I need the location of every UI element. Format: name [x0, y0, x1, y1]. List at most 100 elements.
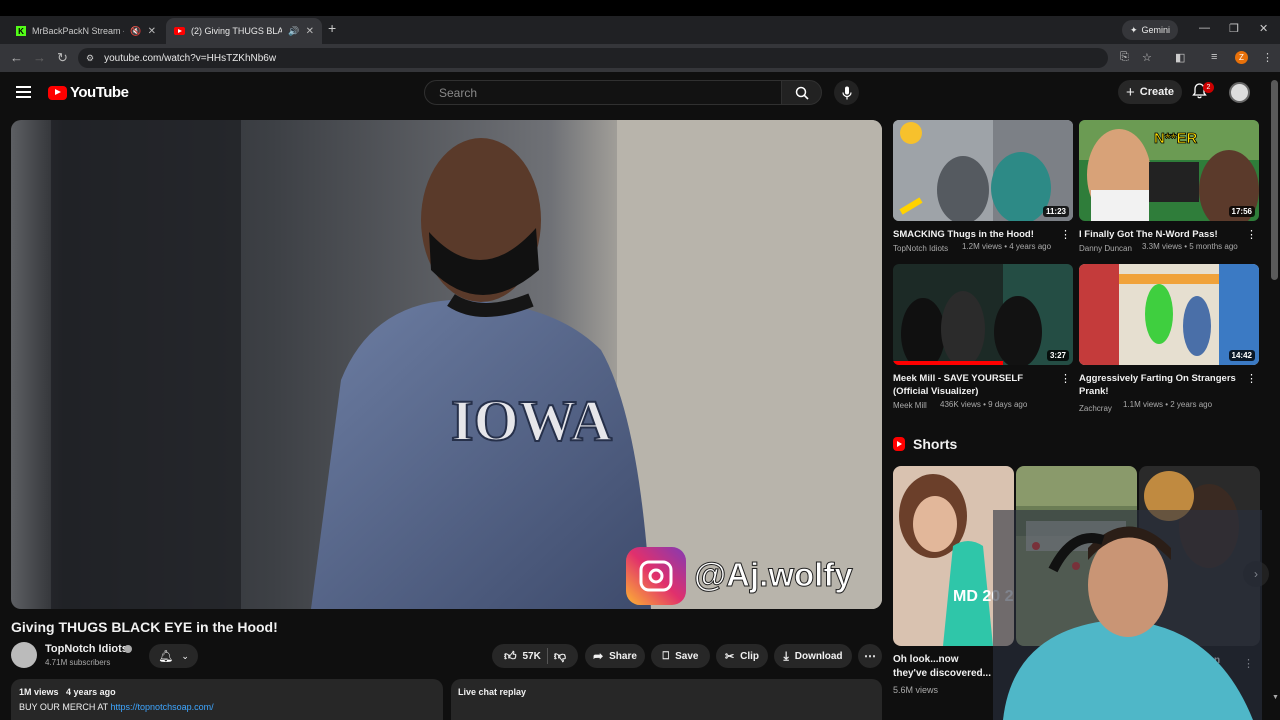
recommendation-card[interactable]: N**ER 17:56 I Finally Got The N-Word Pas…: [1079, 120, 1259, 253]
reload-icon[interactable]: ↻: [57, 50, 68, 66]
youtube-logo[interactable]: YouTube: [48, 84, 129, 101]
save-button[interactable]: ⎕ Save: [651, 644, 710, 668]
logo-text: YouTube: [70, 84, 129, 101]
video-meta: 436K views • 9 days ago: [940, 400, 1028, 409]
short-views: 5.6M views: [893, 685, 939, 695]
channel-avatar[interactable]: [11, 642, 37, 668]
forward-arrow-icon[interactable]: →: [33, 50, 46, 65]
more-menu-icon[interactable]: ⋮: [1262, 51, 1273, 64]
tab-title: MrBackPackN Stream - Watch Live: [32, 26, 124, 36]
account-avatar[interactable]: [1229, 82, 1250, 103]
page-scrollbar[interactable]: [1271, 80, 1278, 280]
bookmark-icon: ⎕: [662, 649, 670, 662]
search-button[interactable]: [781, 80, 822, 105]
plus-icon: +: [1125, 83, 1135, 101]
url-field[interactable]: ⚙ youtube.com/watch?v=HHsTZKhNb6w: [78, 48, 1108, 68]
video-title: Aggressively Farting On Strangers Prank!: [1079, 373, 1236, 397]
voice-search-button[interactable]: [834, 80, 859, 105]
close-window-button[interactable]: ✕: [1259, 22, 1268, 35]
instagram-icon: [626, 547, 686, 605]
recommendation-card[interactable]: 3:27 Meek Mill - SAVE YOURSELF (Official…: [893, 264, 1073, 410]
tab-close-icon[interactable]: ✕: [148, 26, 156, 37]
video-thumbnail[interactable]: N**ER 17:56: [1079, 120, 1259, 221]
video-thumbnail[interactable]: 11:23: [893, 120, 1073, 221]
channel-name: Zachcray: [1079, 404, 1112, 413]
download-icon: ⤓: [783, 648, 789, 663]
more-options-icon[interactable]: ⋮: [1060, 372, 1071, 385]
scissors-icon: ✂: [724, 650, 735, 663]
save-label: Save: [675, 650, 699, 662]
video-thumbnail[interactable]: 3:27: [893, 264, 1073, 365]
mute-icon[interactable]: 🔇: [130, 26, 141, 37]
video-player[interactable]: IOWA @Aj.wolfy: [11, 120, 882, 609]
live-chat-replay[interactable]: Live chat replay: [451, 679, 882, 720]
video-duration: 11:23: [1042, 206, 1069, 217]
create-label: Create: [1139, 86, 1174, 98]
tab-kick-stream[interactable]: K MrBackPackN Stream - Watch Live 🔇 ✕: [8, 18, 164, 44]
recommendation-card[interactable]: 14:42 Aggressively Farting On Strangers …: [1079, 264, 1259, 416]
like-button[interactable]: 👍︎ 57K: [504, 649, 541, 664]
video-duration: 17:56: [1228, 206, 1255, 217]
thumbs-down-icon[interactable]: 👎︎: [554, 649, 566, 664]
tab-youtube-video[interactable]: (2) Giving THUGS BLACK EYE in the Hood! …: [166, 18, 322, 44]
new-tab-button[interactable]: +: [328, 20, 336, 36]
channel-name[interactable]: TopNotch Idiots: [45, 643, 128, 655]
video-meta: 1.2M views • 4 years ago: [962, 242, 1052, 251]
download-button[interactable]: ⤓ Download: [774, 644, 852, 668]
search-icon: [795, 86, 809, 100]
search-input[interactable]: [424, 80, 782, 105]
video-meta: 1.1M views • 2 years ago: [1123, 400, 1213, 409]
thumbs-up-icon: 👍︎: [503, 648, 517, 663]
clip-label: Clip: [740, 650, 760, 662]
back-arrow-icon[interactable]: ←: [10, 50, 23, 65]
divider: [546, 648, 548, 664]
webcam-overlay: [993, 510, 1262, 720]
kick-favicon-icon: K: [16, 26, 26, 36]
video-title: Meek Mill - SAVE YOURSELF (Official Visu…: [893, 373, 1024, 397]
video-title: SMACKING Thugs in the Hood!: [893, 229, 1034, 240]
split-view-icon[interactable]: ◧: [1175, 51, 1185, 64]
download-label: Download: [794, 650, 843, 662]
shorts-heading: Shorts: [893, 436, 957, 452]
clip-button[interactable]: ✂ Clip: [716, 644, 768, 668]
video-thumbnail[interactable]: 14:42: [1079, 264, 1259, 365]
tab-close-icon[interactable]: ✕: [306, 26, 314, 37]
chevron-down-icon: ⌄: [181, 650, 189, 661]
youtube-play-icon: [48, 85, 67, 100]
speaker-icon[interactable]: 🔊: [288, 26, 299, 37]
profile-avatar[interactable]: Z: [1235, 51, 1248, 64]
create-button[interactable]: + Create: [1118, 80, 1182, 104]
youtube-favicon-icon: [174, 27, 185, 35]
more-actions-icon[interactable]: ⋯: [858, 644, 882, 668]
short-title[interactable]: Oh look...now they've discovered...: [893, 653, 993, 681]
gemini-button[interactable]: ✦ Gemini: [1122, 20, 1178, 40]
sparkle-icon: ✦: [1129, 24, 1138, 35]
site-info-icon[interactable]: ⚙: [86, 53, 94, 64]
merch-link[interactable]: https://topnotchsoap.com/: [111, 702, 214, 712]
scroll-down-arrow-icon[interactable]: ▼: [1272, 694, 1279, 701]
like-count: 57K: [522, 650, 541, 662]
tab-strip: K MrBackPackN Stream - Watch Live 🔇 ✕ (2…: [0, 16, 1280, 44]
more-options-icon[interactable]: ⋮: [1246, 372, 1257, 385]
menu-icon[interactable]: [16, 86, 31, 98]
subscription-bell-button[interactable]: 🔔︎ ⌄: [149, 644, 198, 668]
description-box[interactable]: 1M views 4 years ago BUY OUR MERCH AT ht…: [11, 679, 443, 720]
media-control-icon[interactable]: ≡: [1211, 51, 1217, 63]
video-title: Giving THUGS BLACK EYE in the Hood!: [11, 619, 278, 635]
install-app-icon[interactable]: ⎘: [1120, 51, 1129, 64]
video-duration: 3:27: [1046, 350, 1069, 361]
more-options-icon[interactable]: ⋮: [1246, 228, 1257, 241]
minimize-button[interactable]: —: [1199, 22, 1210, 34]
bookmark-star-icon[interactable]: ☆: [1142, 51, 1152, 64]
share-button[interactable]: ➦ Share: [585, 644, 645, 668]
verified-icon: [124, 645, 132, 653]
video-frame: IOWA @Aj.wolfy: [51, 120, 882, 609]
screen-top-border: [0, 0, 1280, 16]
notification-count-badge: 2: [1203, 82, 1214, 93]
more-options-icon[interactable]: ⋮: [1060, 228, 1071, 241]
restore-button[interactable]: ❐: [1229, 22, 1239, 35]
microphone-icon: [841, 86, 852, 99]
recommendation-card[interactable]: 11:23 SMACKING Thugs in the Hood! TopNot…: [893, 120, 1073, 253]
video-meta: 3.3M views • 5 months ago: [1142, 242, 1238, 251]
thumbnail-overlay-text: N**ER: [1154, 130, 1198, 147]
